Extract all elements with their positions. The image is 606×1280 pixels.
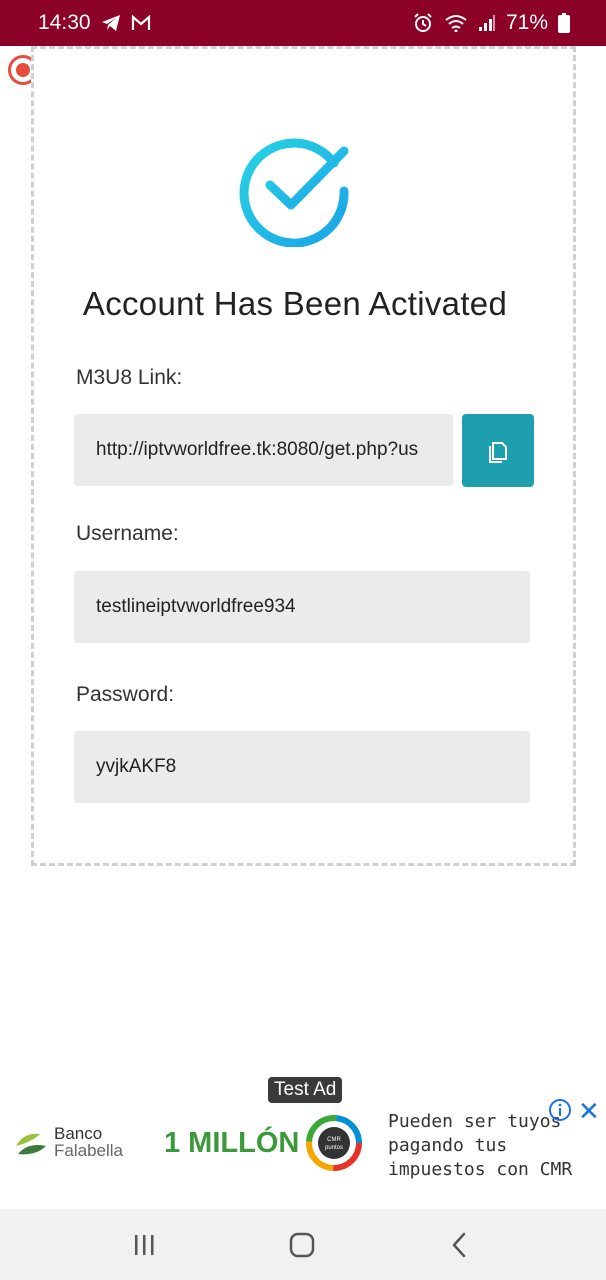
wifi-icon bbox=[444, 14, 468, 32]
password-field[interactable]: yvjkAKF8 bbox=[74, 731, 530, 803]
ad-copy-line3: impuestos con CMR bbox=[388, 1159, 573, 1180]
m3u8-link-value: http://iptvworldfree.tk:8080/get.php?us bbox=[96, 439, 419, 460]
check-circle-icon bbox=[239, 138, 349, 247]
alarm-icon bbox=[412, 12, 434, 34]
ad-copy-line2: pagando tus bbox=[388, 1135, 508, 1156]
leaf-logo-icon bbox=[16, 1133, 46, 1155]
brand-line2: Falabella bbox=[54, 1141, 123, 1160]
home-button[interactable] bbox=[272, 1209, 332, 1280]
password-label: Password: bbox=[76, 683, 175, 706]
telegram-icon bbox=[101, 14, 121, 32]
username-field[interactable]: testlineiptvworldfree934 bbox=[74, 571, 530, 643]
signal-icon bbox=[478, 14, 496, 32]
status-bar: 14:30 71% bbox=[0, 0, 606, 46]
recent-apps-button[interactable] bbox=[114, 1209, 174, 1280]
password-value: yvjkAKF8 bbox=[96, 756, 177, 777]
clock: 14:30 bbox=[38, 11, 91, 34]
page-title: Account Has Been Activated bbox=[82, 285, 508, 322]
banco-falabella-logo: Banco Falabella bbox=[14, 1124, 123, 1160]
ad-copy: Pueden ser tuyos pagando tus impuestos c… bbox=[388, 1110, 572, 1182]
recent-apps-icon bbox=[135, 1234, 154, 1255]
badge-line2: puntos bbox=[325, 1145, 343, 1151]
ad-info-icon[interactable] bbox=[548, 1098, 572, 1122]
badge-line1: CMR bbox=[327, 1137, 341, 1143]
system-nav-bar bbox=[0, 1209, 606, 1280]
username-value: testlineiptvworldfree934 bbox=[96, 596, 296, 617]
brand-line1: Banco bbox=[54, 1124, 103, 1143]
back-icon bbox=[452, 1232, 466, 1257]
ad-close-icon[interactable]: ✕ bbox=[578, 1098, 600, 1124]
copy-button[interactable] bbox=[462, 414, 534, 487]
ad-headline: 1 MILLÓN bbox=[164, 1127, 300, 1159]
ad-copy-line1: Pueden ser tuyos bbox=[388, 1111, 562, 1132]
m3u8-link-field[interactable]: http://iptvworldfree.tk:8080/get.php?us bbox=[74, 414, 453, 486]
ad-tag: Test Ad bbox=[268, 1077, 343, 1103]
m3u8-label: M3U8 Link: bbox=[76, 366, 183, 389]
back-button[interactable] bbox=[430, 1209, 490, 1280]
gmail-icon bbox=[131, 15, 151, 31]
battery-percent: 71% bbox=[505, 11, 548, 34]
cmr-puntos-badge: CMR puntos bbox=[306, 1115, 362, 1171]
copy-icon bbox=[489, 441, 507, 463]
username-label: Username: bbox=[76, 522, 179, 545]
home-icon bbox=[289, 1232, 315, 1257]
battery-icon bbox=[558, 13, 570, 33]
